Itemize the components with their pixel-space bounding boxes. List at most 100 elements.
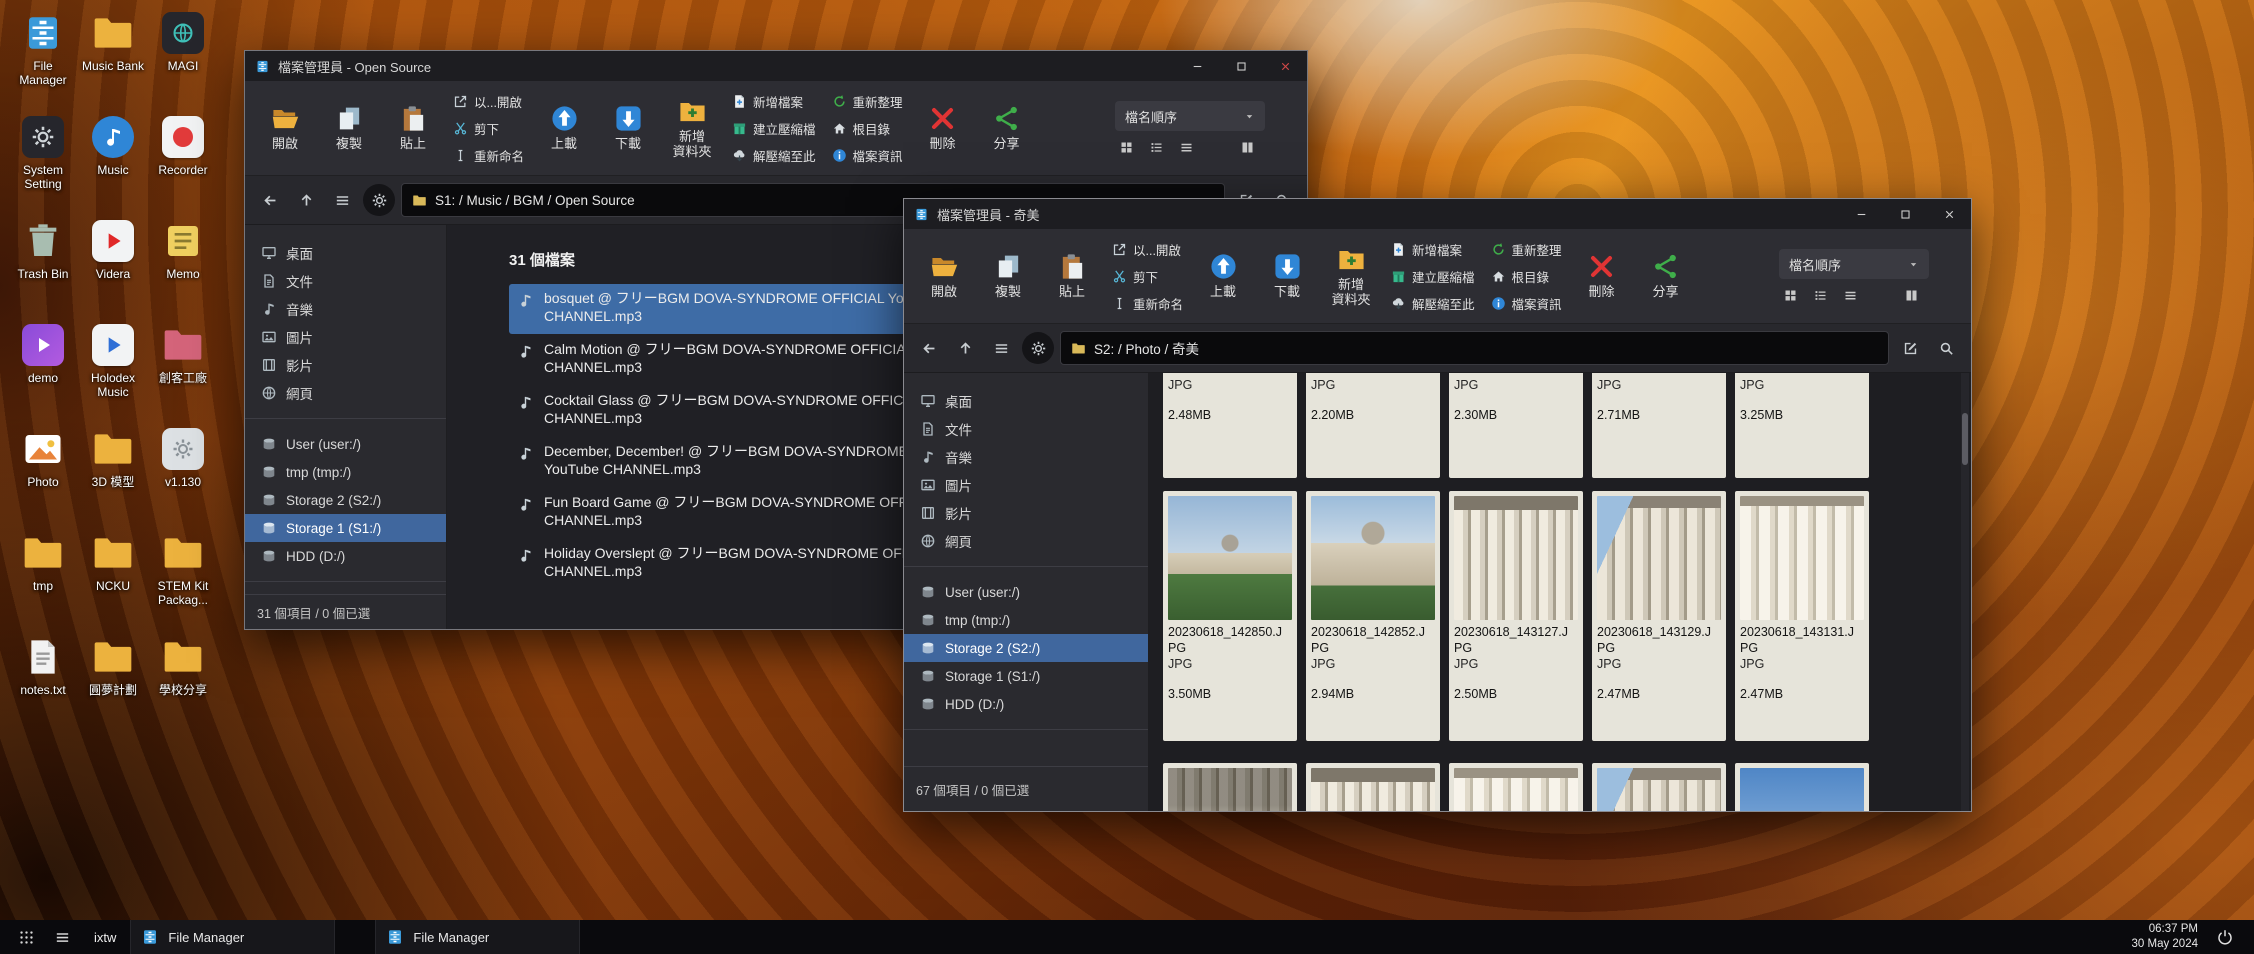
photo-tile[interactable] xyxy=(1449,763,1583,811)
desktop-icon-photo[interactable]: Photo xyxy=(8,426,78,530)
desktop-icon-school-share[interactable]: 學校分享 xyxy=(148,634,218,738)
sidebar-item-storage1[interactable]: Storage 1 (S1:/) xyxy=(245,514,446,542)
new-file-button[interactable]: 新增檔案 xyxy=(728,91,820,112)
power-button[interactable] xyxy=(2212,924,2238,950)
desktop-icon-videra[interactable]: Videra xyxy=(78,218,148,322)
sidebar-item-storage1[interactable]: Storage 1 (S1:/) xyxy=(904,662,1148,690)
taskbar-app-file-manager-2[interactable]: File Manager xyxy=(375,920,580,954)
list-view-icon[interactable] xyxy=(1813,288,1828,303)
photo-tile[interactable]: 20230618_143131.JPGJPG2.47MB xyxy=(1735,491,1869,741)
desktop-icon-recorder[interactable]: Recorder xyxy=(148,114,218,218)
back-button[interactable] xyxy=(255,185,285,215)
root-button[interactable]: 根目錄 xyxy=(828,118,907,139)
sidebar-item-web[interactable]: 網頁 xyxy=(245,379,446,407)
sidebar-item-desktop[interactable]: 桌面 xyxy=(245,239,446,267)
taskbar-menu-icon[interactable] xyxy=(44,920,80,954)
new-file-button[interactable]: 新增檔案 xyxy=(1387,239,1479,260)
cut-button[interactable]: 剪下 xyxy=(1108,266,1187,287)
photo-tile[interactable]: 20230618_142850.JPGJPG3.50MB xyxy=(1163,491,1297,741)
compact-view-icon[interactable] xyxy=(1179,140,1194,155)
share-button[interactable]: 分享 xyxy=(979,86,1035,170)
desktop-icon-trash-bin[interactable]: Trash Bin xyxy=(8,218,78,322)
new-folder-button[interactable]: 新增 資料夾 xyxy=(1323,234,1379,318)
scrollbar-thumb[interactable] xyxy=(1962,413,1968,465)
minimize-button[interactable] xyxy=(1175,51,1219,81)
sidebar-item-desktop[interactable]: 桌面 xyxy=(904,387,1148,415)
sidebar-item-documents[interactable]: 文件 xyxy=(245,267,446,295)
root-button[interactable]: 根目錄 xyxy=(1487,266,1566,287)
taskbar-app-file-manager-1[interactable]: File Manager xyxy=(130,920,335,954)
create-archive-button[interactable]: 建立壓縮檔 xyxy=(728,118,820,139)
refresh-button[interactable]: 重新整理 xyxy=(1487,239,1566,260)
upload-button[interactable]: 上載 xyxy=(1195,234,1251,318)
edit-path-button[interactable] xyxy=(1895,333,1925,363)
delete-button[interactable]: 刪除 xyxy=(1574,234,1630,318)
photo-tile[interactable]: 20230618_143129.JPGJPG2.47MB xyxy=(1592,491,1726,741)
copy-button[interactable]: 複製 xyxy=(980,234,1036,318)
sidebar-item-web[interactable]: 網頁 xyxy=(904,527,1148,555)
copy-button[interactable]: 複製 xyxy=(321,86,377,170)
maximize-button[interactable] xyxy=(1883,199,1927,229)
rename-button[interactable]: 重新命名 xyxy=(1108,293,1187,314)
photo-tile[interactable] xyxy=(1306,763,1440,811)
photo-tile[interactable] xyxy=(1163,763,1297,811)
sidebar-item-videos[interactable]: 影片 xyxy=(904,499,1148,527)
download-button[interactable]: 下載 xyxy=(1259,234,1315,318)
grid-view-icon[interactable] xyxy=(1119,140,1134,155)
rename-button[interactable]: 重新命名 xyxy=(449,145,528,166)
sort-order-dropdown[interactable]: 檔名順序 xyxy=(1115,101,1265,131)
close-button[interactable] xyxy=(1927,199,1971,229)
refresh-button[interactable]: 重新整理 xyxy=(828,91,907,112)
menu-button[interactable] xyxy=(986,333,1016,363)
settings-button[interactable] xyxy=(1022,332,1054,364)
desktop-icon-maker-factory[interactable]: 創客工廠 xyxy=(148,322,218,426)
extract-here-button[interactable]: 解壓縮至此 xyxy=(728,145,820,166)
photo-tile[interactable]: ….JPGJPG2.20MB xyxy=(1306,373,1440,478)
extract-here-button[interactable]: 解壓縮至此 xyxy=(1387,293,1479,314)
desktop-icon-demo[interactable]: demo xyxy=(8,322,78,426)
desktop-icon-dream-plan[interactable]: 圓夢計劃 xyxy=(78,634,148,738)
sidebar-item-user-drive[interactable]: User (user:/) xyxy=(245,430,446,458)
desktop-icon-notes-txt[interactable]: notes.txt xyxy=(8,634,78,738)
compact-view-icon[interactable] xyxy=(1843,288,1858,303)
grid-view-icon[interactable] xyxy=(1783,288,1798,303)
photo-tile[interactable] xyxy=(1735,763,1869,811)
close-button[interactable] xyxy=(1263,51,1307,81)
up-button[interactable] xyxy=(291,185,321,215)
scrollbar-track[interactable] xyxy=(1961,373,1969,811)
download-button[interactable]: 下載 xyxy=(600,86,656,170)
delete-button[interactable]: 刪除 xyxy=(915,86,971,170)
columns-view-icon[interactable] xyxy=(1240,140,1255,155)
cut-button[interactable]: 剪下 xyxy=(449,118,528,139)
photo-tile[interactable]: 20230618_143127.JPGJPG2.50MB xyxy=(1449,491,1583,741)
minimize-button[interactable] xyxy=(1839,199,1883,229)
photo-tile[interactable]: ….JPGJPG2.48MB xyxy=(1163,373,1297,478)
desktop-icon-system-setting[interactable]: System Setting xyxy=(8,114,78,218)
desktop-icon-holodex-music[interactable]: Holodex Music xyxy=(78,322,148,426)
desktop-icon-magi[interactable]: MAGI xyxy=(148,10,218,114)
sidebar-item-music[interactable]: 音樂 xyxy=(245,295,446,323)
sidebar-item-hdd[interactable]: HDD (D:/) xyxy=(904,690,1148,718)
open-with-button[interactable]: 以...開啟 xyxy=(449,91,528,112)
desktop-icon-3d-models[interactable]: 3D 模型 xyxy=(78,426,148,530)
desktop-icon-stem-kit[interactable]: STEM Kit Packag... xyxy=(148,530,218,634)
search-button[interactable] xyxy=(1931,333,1961,363)
sidebar-item-pictures[interactable]: 圖片 xyxy=(904,471,1148,499)
photo-tile[interactable]: ….JPGJPG2.71MB xyxy=(1592,373,1726,478)
sidebar-item-tmp-drive[interactable]: tmp (tmp:/) xyxy=(904,606,1148,634)
create-archive-button[interactable]: 建立壓縮檔 xyxy=(1387,266,1479,287)
sidebar-item-videos[interactable]: 影片 xyxy=(245,351,446,379)
menu-button[interactable] xyxy=(327,185,357,215)
sidebar-item-tmp-drive[interactable]: tmp (tmp:/) xyxy=(245,458,446,486)
desktop-icon-file-manager[interactable]: File Manager xyxy=(8,10,78,114)
title-bar[interactable]: 檔案管理員 - 奇美 xyxy=(904,199,1971,229)
desktop-icon-music-bank[interactable]: Music Bank xyxy=(78,10,148,114)
maximize-button[interactable] xyxy=(1219,51,1263,81)
open-button[interactable]: 開啟 xyxy=(257,86,313,170)
sidebar-item-documents[interactable]: 文件 xyxy=(904,415,1148,443)
desktop-icon-memo[interactable]: Memo xyxy=(148,218,218,322)
columns-view-icon[interactable] xyxy=(1904,288,1919,303)
sidebar-item-user-drive[interactable]: User (user:/) xyxy=(904,578,1148,606)
list-view-icon[interactable] xyxy=(1149,140,1164,155)
open-button[interactable]: 開啟 xyxy=(916,234,972,318)
